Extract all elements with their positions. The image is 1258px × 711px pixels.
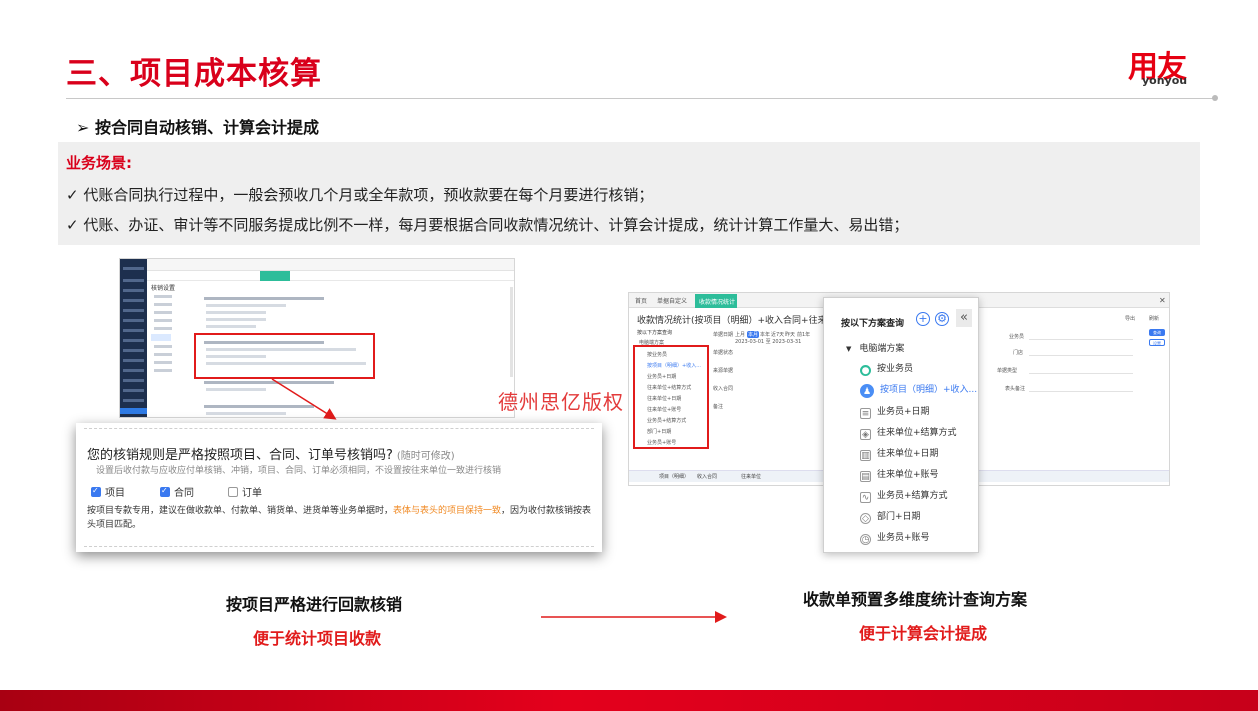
popup-item-selected[interactable]: ♟ 按项目（明细）+收入... bbox=[860, 382, 977, 398]
popup-item[interactable]: ▥ 往来单位+日期 bbox=[860, 446, 939, 462]
popup-title: 按以下方案查询 bbox=[841, 319, 905, 329]
add-icon[interactable]: + bbox=[916, 312, 930, 326]
rs-date-range[interactable]: 2023-03-01 至 2023-03-31 bbox=[735, 338, 801, 345]
zoom-question: 您的核销规则是严格按照项目、合同、订单号核销吗? (随时可修改) bbox=[87, 448, 455, 463]
popup-item[interactable]: ◈ 往来单位+结算方式 bbox=[860, 425, 957, 441]
popup-item[interactable]: ● 按业务员 bbox=[860, 361, 913, 377]
rs-table-col: 往来单位 bbox=[741, 474, 762, 480]
table-icon: ≡ bbox=[860, 408, 871, 419]
clock-icon: ◷ bbox=[860, 534, 871, 545]
zoom-highlight-text: 表体与表头的项目保持一致 bbox=[393, 506, 502, 516]
zoom-tip: 设置后收付款与应收应付单核销、冲销，项目、合同、订单必须相同，不设置按往来单位一… bbox=[96, 466, 502, 476]
caption-right-sub: 便于计算会计提成 bbox=[859, 624, 988, 643]
caption-right-main: 收款单预置多维度统计查询方案 bbox=[803, 590, 1028, 609]
table-icon: ▤ bbox=[860, 471, 871, 482]
rs-field-label: 业务员 bbox=[1009, 334, 1025, 340]
popup-item[interactable]: ◇ 部门+日期 bbox=[860, 509, 921, 525]
line-chart-icon: ∿ bbox=[860, 492, 871, 503]
rs-field-label: 门店 bbox=[1013, 350, 1024, 356]
popup-item[interactable]: ◷ 业务员+账号 bbox=[860, 530, 930, 546]
rs-highlight-box bbox=[633, 345, 709, 449]
rs-date-chip[interactable]: 本月 bbox=[747, 331, 760, 338]
close-icon[interactable]: ✕ bbox=[1159, 296, 1166, 305]
rs-date-chip[interactable]: 本年 bbox=[760, 331, 770, 338]
rs-field-label: 备注 bbox=[713, 404, 724, 410]
person-icon: ● bbox=[860, 365, 871, 376]
collapse-icon[interactable]: « bbox=[956, 309, 972, 327]
rs-field-label: 单据状态 bbox=[713, 350, 734, 356]
gear-icon[interactable]: ⚙ bbox=[935, 312, 949, 326]
rs-field-label: 来源单据 bbox=[713, 368, 734, 374]
rs-date-chip[interactable]: 近7天 bbox=[771, 331, 784, 338]
bar-chart-icon: ▥ bbox=[860, 450, 871, 461]
rs-field-label: 表头备注 bbox=[1005, 386, 1026, 392]
checkbox-project[interactable]: 项目 bbox=[91, 484, 125, 499]
rs-settings-button[interactable]: 设置 bbox=[1149, 339, 1165, 346]
footer-bar bbox=[0, 690, 1258, 711]
watermark: 德州思亿版权 bbox=[498, 390, 624, 414]
zoom-card: 您的核销规则是严格按照项目、合同、订单号核销吗? (随时可修改) 设置后收付款与应… bbox=[76, 423, 602, 552]
checkbox-contract[interactable]: 合同 bbox=[160, 484, 194, 499]
rs-field-label: 单据日期 bbox=[713, 332, 734, 338]
caption-left-main: 按项目严格进行回款核销 bbox=[226, 595, 403, 614]
checkbox-unchecked-icon bbox=[228, 487, 238, 497]
rs-table-col: 项目（明细） bbox=[659, 474, 690, 480]
rs-date-chip[interactable]: 前1年 bbox=[797, 331, 810, 338]
rs-query-button[interactable]: 查询 bbox=[1149, 329, 1165, 336]
caption-left-sub: 便于统计项目收款 bbox=[253, 629, 382, 648]
checkbox-order[interactable]: 订单 bbox=[228, 484, 262, 499]
rs-field-label: 收入合同 bbox=[713, 386, 734, 392]
caret-down-icon: ▼ bbox=[846, 345, 852, 353]
zoom-description: 按项目专款专用，建议在做收款单、付款单、销货单、进货单等业务单据时，表体与表头的… bbox=[87, 506, 592, 530]
rs-date-chip[interactable]: 上月 bbox=[735, 331, 745, 338]
popup-item[interactable]: ≡ 业务员+日期 bbox=[860, 404, 930, 420]
query-scheme-popup: 按以下方案查询 + ⚙ « ▼ 电脑端方案 ● 按业务员 ♟ 按项目（明细）+收入..… bbox=[823, 297, 979, 553]
popup-group[interactable]: ▼ 电脑端方案 bbox=[846, 341, 904, 354]
cube-icon: ◇ bbox=[860, 513, 871, 524]
popup-item[interactable]: ∿ 业务员+结算方式 bbox=[860, 488, 948, 504]
checkbox-checked-icon bbox=[91, 486, 101, 497]
rs-refresh-button[interactable]: 刷新 bbox=[1149, 315, 1159, 322]
rs-pane-head: 按以下方案查询 bbox=[637, 330, 673, 336]
zoom-question-note: (随时可修改) bbox=[396, 451, 455, 462]
rs-table-col: 收入合同 bbox=[697, 474, 718, 480]
checkbox-checked-icon bbox=[160, 486, 170, 497]
rs-tab-stats[interactable]: 收款情况统计 bbox=[695, 294, 737, 308]
rs-field-label: 单据类型 bbox=[997, 368, 1018, 374]
settlement-icon: ◈ bbox=[860, 429, 871, 440]
rs-export-button[interactable]: 导出 bbox=[1125, 315, 1135, 322]
chart-icon: ♟ bbox=[860, 384, 874, 398]
rs-tab-custom[interactable]: 单据自定义 bbox=[657, 296, 687, 305]
rs-tab-home[interactable]: 首页 bbox=[635, 296, 647, 305]
rs-date-chip[interactable]: 昨天 bbox=[785, 331, 795, 338]
popup-item[interactable]: ▤ 往来单位+账号 bbox=[860, 467, 939, 483]
